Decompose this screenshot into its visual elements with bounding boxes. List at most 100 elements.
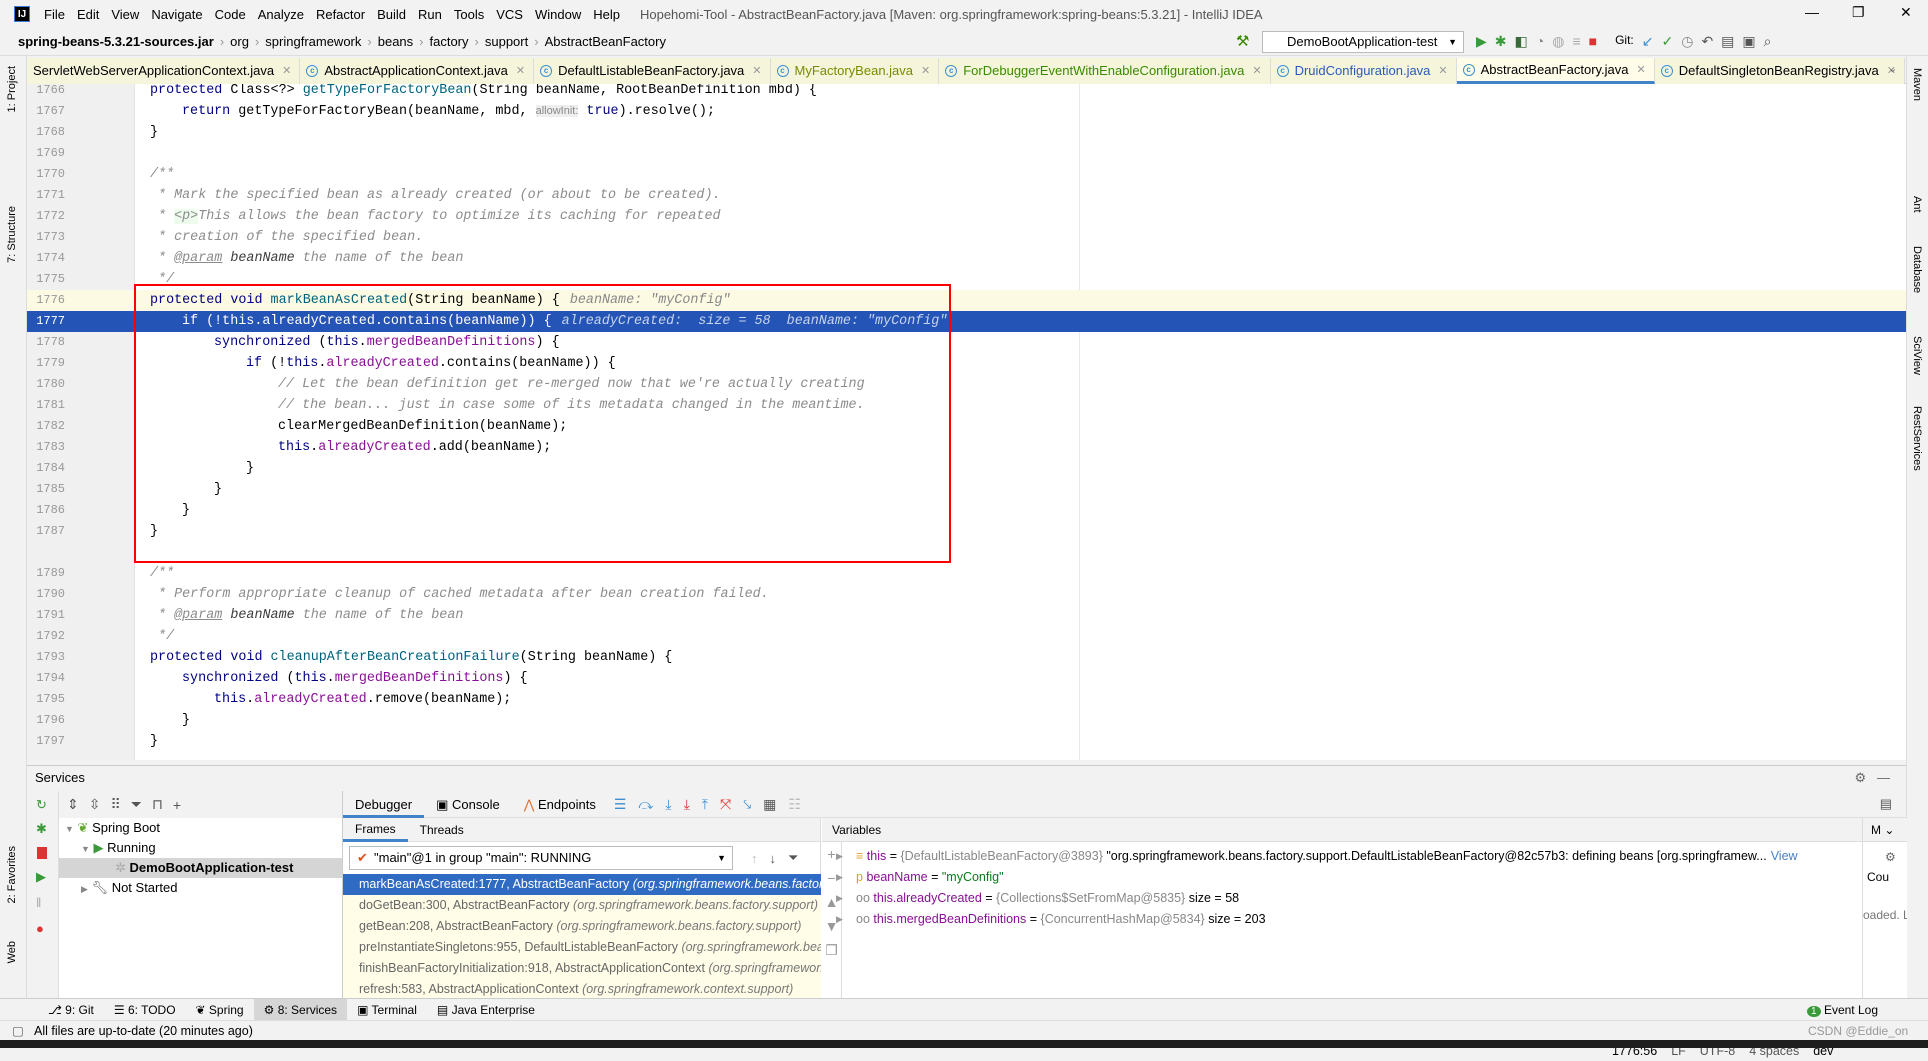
build-hammer-icon[interactable]: ⚒ — [1236, 32, 1249, 50]
view-link[interactable]: View — [1771, 849, 1798, 863]
step-out-icon[interactable]: ⤒ — [702, 796, 708, 813]
drop-frame-icon[interactable]: ⤧ — [720, 796, 731, 813]
tool-ant[interactable]: Ant — [1911, 196, 1923, 213]
step-over-icon[interactable]: ⤼ — [638, 796, 653, 813]
tabs-overflow-icon[interactable]: ⌄ — [1888, 62, 1897, 75]
variable-row[interactable]: ▶ oo this.alreadyCreated = {Collections$S… — [822, 888, 1862, 909]
code-line[interactable]: 1789 /** — [27, 563, 1906, 584]
breadcrumb-item[interactable]: beans — [378, 34, 413, 49]
tool-web[interactable]: Web — [6, 941, 18, 963]
code-line[interactable]: 1768} — [27, 122, 1906, 143]
git-commit-icon[interactable]: ✓ — [1661, 33, 1673, 50]
code-line[interactable]: 1771 * Mark the specified bean as alread… — [27, 185, 1906, 206]
debug-icon[interactable]: ✱ — [1495, 33, 1507, 50]
tab-fordebuggereventwithenableconfiguration[interactable]: c ForDebuggerEventWithEnableConfiguration… — [939, 58, 1271, 84]
code-line[interactable]: 1772 * <p>This allows the bean factory t… — [27, 206, 1906, 227]
step-into-icon[interactable]: ⤓ — [665, 796, 671, 813]
filter-frames-icon[interactable]: ⏷ — [788, 850, 798, 866]
layout-settings-icon[interactable]: ▤ — [1880, 796, 1892, 812]
tool-git[interactable]: ⎇ 9: Git — [38, 999, 104, 1021]
tab-servletwebserverapplicationcontext[interactable]: ServletWebServerApplicationContext.java ✕ — [27, 58, 301, 84]
tab-druidconfiguration[interactable]: c DruidConfiguration.java ✕ — [1270, 58, 1457, 84]
menu-refactor[interactable]: Refactor — [310, 7, 371, 22]
code-line[interactable]: 1797} — [27, 731, 1906, 752]
stack-frame[interactable]: markBeanAsCreated:1777, AbstractBeanFact… — [343, 874, 821, 895]
attach-icon[interactable]: ◍ — [1552, 33, 1564, 50]
menu-vcs[interactable]: VCS — [490, 7, 529, 22]
stop-icon[interactable]: ■ — [1589, 33, 1597, 50]
tool-terminal[interactable]: ▣ Terminal — [347, 999, 427, 1021]
collapse-all-icon[interactable]: ⇳ — [89, 796, 101, 813]
breadcrumb-item[interactable]: spring-beans-5.3.21-sources.jar — [18, 34, 214, 49]
run-icon[interactable]: ▶ — [1476, 33, 1487, 50]
group-icon[interactable]: ⠿ — [110, 796, 120, 813]
variable-row[interactable]: ▶ ≡ this = {DefaultListableBeanFactory@38… — [822, 846, 1862, 867]
menu-window[interactable]: Window — [529, 7, 587, 22]
code-line[interactable]: 1769 — [27, 143, 1906, 164]
code-line[interactable]: 1794 synchronized (this.mergedBeanDefinit… — [27, 668, 1906, 689]
variable-row[interactable]: ▶ p beanName = "myConfig" — [822, 867, 1862, 888]
add-icon[interactable]: + — [173, 797, 181, 813]
force-step-into-icon[interactable]: ⤓ — [684, 796, 690, 813]
tool-spring[interactable]: ❦ Spring — [186, 999, 254, 1021]
filter-icon[interactable]: ⏷ — [131, 796, 142, 813]
menu-build[interactable]: Build — [371, 7, 412, 22]
close-tab-icon[interactable]: ✕ — [1438, 59, 1447, 83]
tab-threads[interactable]: Threads — [408, 818, 476, 842]
breadcrumb-item[interactable]: springframework — [265, 34, 361, 49]
menu-navigate[interactable]: Navigate — [145, 7, 208, 22]
git-rollback-icon[interactable]: ↶ — [1701, 33, 1713, 50]
code-line[interactable]: 1793 protected void cleanupAfterBeanCreat… — [27, 647, 1906, 668]
stack-frame[interactable]: refresh:583, AbstractApplicationContext … — [343, 979, 821, 1000]
close-tab-icon[interactable]: ✕ — [1252, 59, 1261, 83]
menu-code[interactable]: Code — [209, 7, 252, 22]
build-icon[interactable]: ≡ — [1572, 33, 1580, 50]
code-line[interactable]: 1770 /** — [27, 164, 1906, 185]
close-tab-icon[interactable]: ✕ — [516, 59, 525, 83]
expand-icon[interactable]: ▶ — [836, 888, 843, 909]
menu-help[interactable]: Help — [587, 7, 626, 22]
breadcrumb-item[interactable]: AbstractBeanFactory — [545, 34, 666, 49]
tool-maven[interactable]: Maven — [1911, 68, 1923, 101]
pause-icon[interactable]: ‖ — [36, 895, 41, 910]
tree-node-demo-app[interactable]: ✲ DemoBootApplication-test — [59, 858, 342, 878]
expand-all-icon[interactable]: ⇕ — [67, 796, 79, 813]
tree-node-running[interactable]: ▼ ▶ Running — [81, 838, 156, 858]
tool-restservices[interactable]: RestServices — [1911, 406, 1923, 471]
tab-abstractapplicationcontext[interactable]: c AbstractApplicationContext.java ✕ — [300, 58, 535, 84]
tool-structure[interactable]: 7: Structure — [6, 206, 18, 263]
minimize-button[interactable]: — — [1805, 4, 1819, 20]
close-tab-icon[interactable]: ✕ — [921, 59, 930, 83]
evaluate-expression-icon[interactable]: ▦ — [763, 796, 776, 813]
code-line[interactable]: 1773 * creation of the specified bean. — [27, 227, 1906, 248]
menu-tools[interactable]: Tools — [448, 7, 490, 22]
variable-row[interactable]: ▶ oo this.mergedBeanDefinitions = {Concur… — [822, 909, 1862, 930]
tab-myfactorybean[interactable]: c MyFactoryBean.java ✕ — [770, 58, 940, 84]
thread-selector[interactable]: ✔ "main"@1 in group "main": RUNNING ▼ — [349, 846, 733, 870]
code-line[interactable]: 1790 * Perform appropriate cleanup of ca… — [27, 584, 1906, 605]
profile-icon[interactable]: ◔ — [1536, 33, 1544, 50]
expand-icon[interactable]: ▶ — [836, 909, 843, 930]
git-history-icon[interactable]: ◷ — [1681, 33, 1693, 50]
show-execution-point-icon[interactable]: ☰ — [614, 796, 627, 813]
tool-todo[interactable]: ☰ 6: TODO — [104, 999, 186, 1021]
event-log-button[interactable]: 1 Event Log — [1797, 999, 1888, 1021]
tool-database[interactable]: Database — [1911, 246, 1923, 293]
resume-icon[interactable]: ▶ — [36, 869, 46, 885]
menu-edit[interactable]: Edit — [71, 7, 105, 22]
menu-analyze[interactable]: Analyze — [252, 7, 310, 22]
project-structure-icon[interactable]: ▤ — [1721, 33, 1734, 50]
menu-file[interactable]: File — [38, 7, 71, 22]
run-config-dropdown[interactable]: DemoBootApplication-test ▼ — [1262, 31, 1464, 53]
run-to-cursor-icon[interactable]: ⤥ — [743, 796, 751, 813]
code-line[interactable]: 1792 */ — [27, 626, 1906, 647]
tool-favorites[interactable]: 2: Favorites — [6, 846, 18, 903]
expand-icon[interactable]: ▶ — [836, 846, 843, 867]
duplicate-icon[interactable]: ❐ — [822, 938, 841, 962]
previous-frame-icon[interactable]: ↑ — [751, 851, 758, 866]
menu-run[interactable]: Run — [412, 7, 448, 22]
tool-sciview[interactable]: SciView — [1911, 336, 1923, 375]
tab-abstractbeanfactory[interactable]: c AbstractBeanFactory.java ✕ — [1456, 58, 1655, 84]
code-line[interactable]: 1767 return getTypeForFactoryBean(beanNam… — [27, 101, 1906, 122]
tree-node-spring-boot[interactable]: ▼ ❦ Spring Boot — [65, 818, 160, 838]
